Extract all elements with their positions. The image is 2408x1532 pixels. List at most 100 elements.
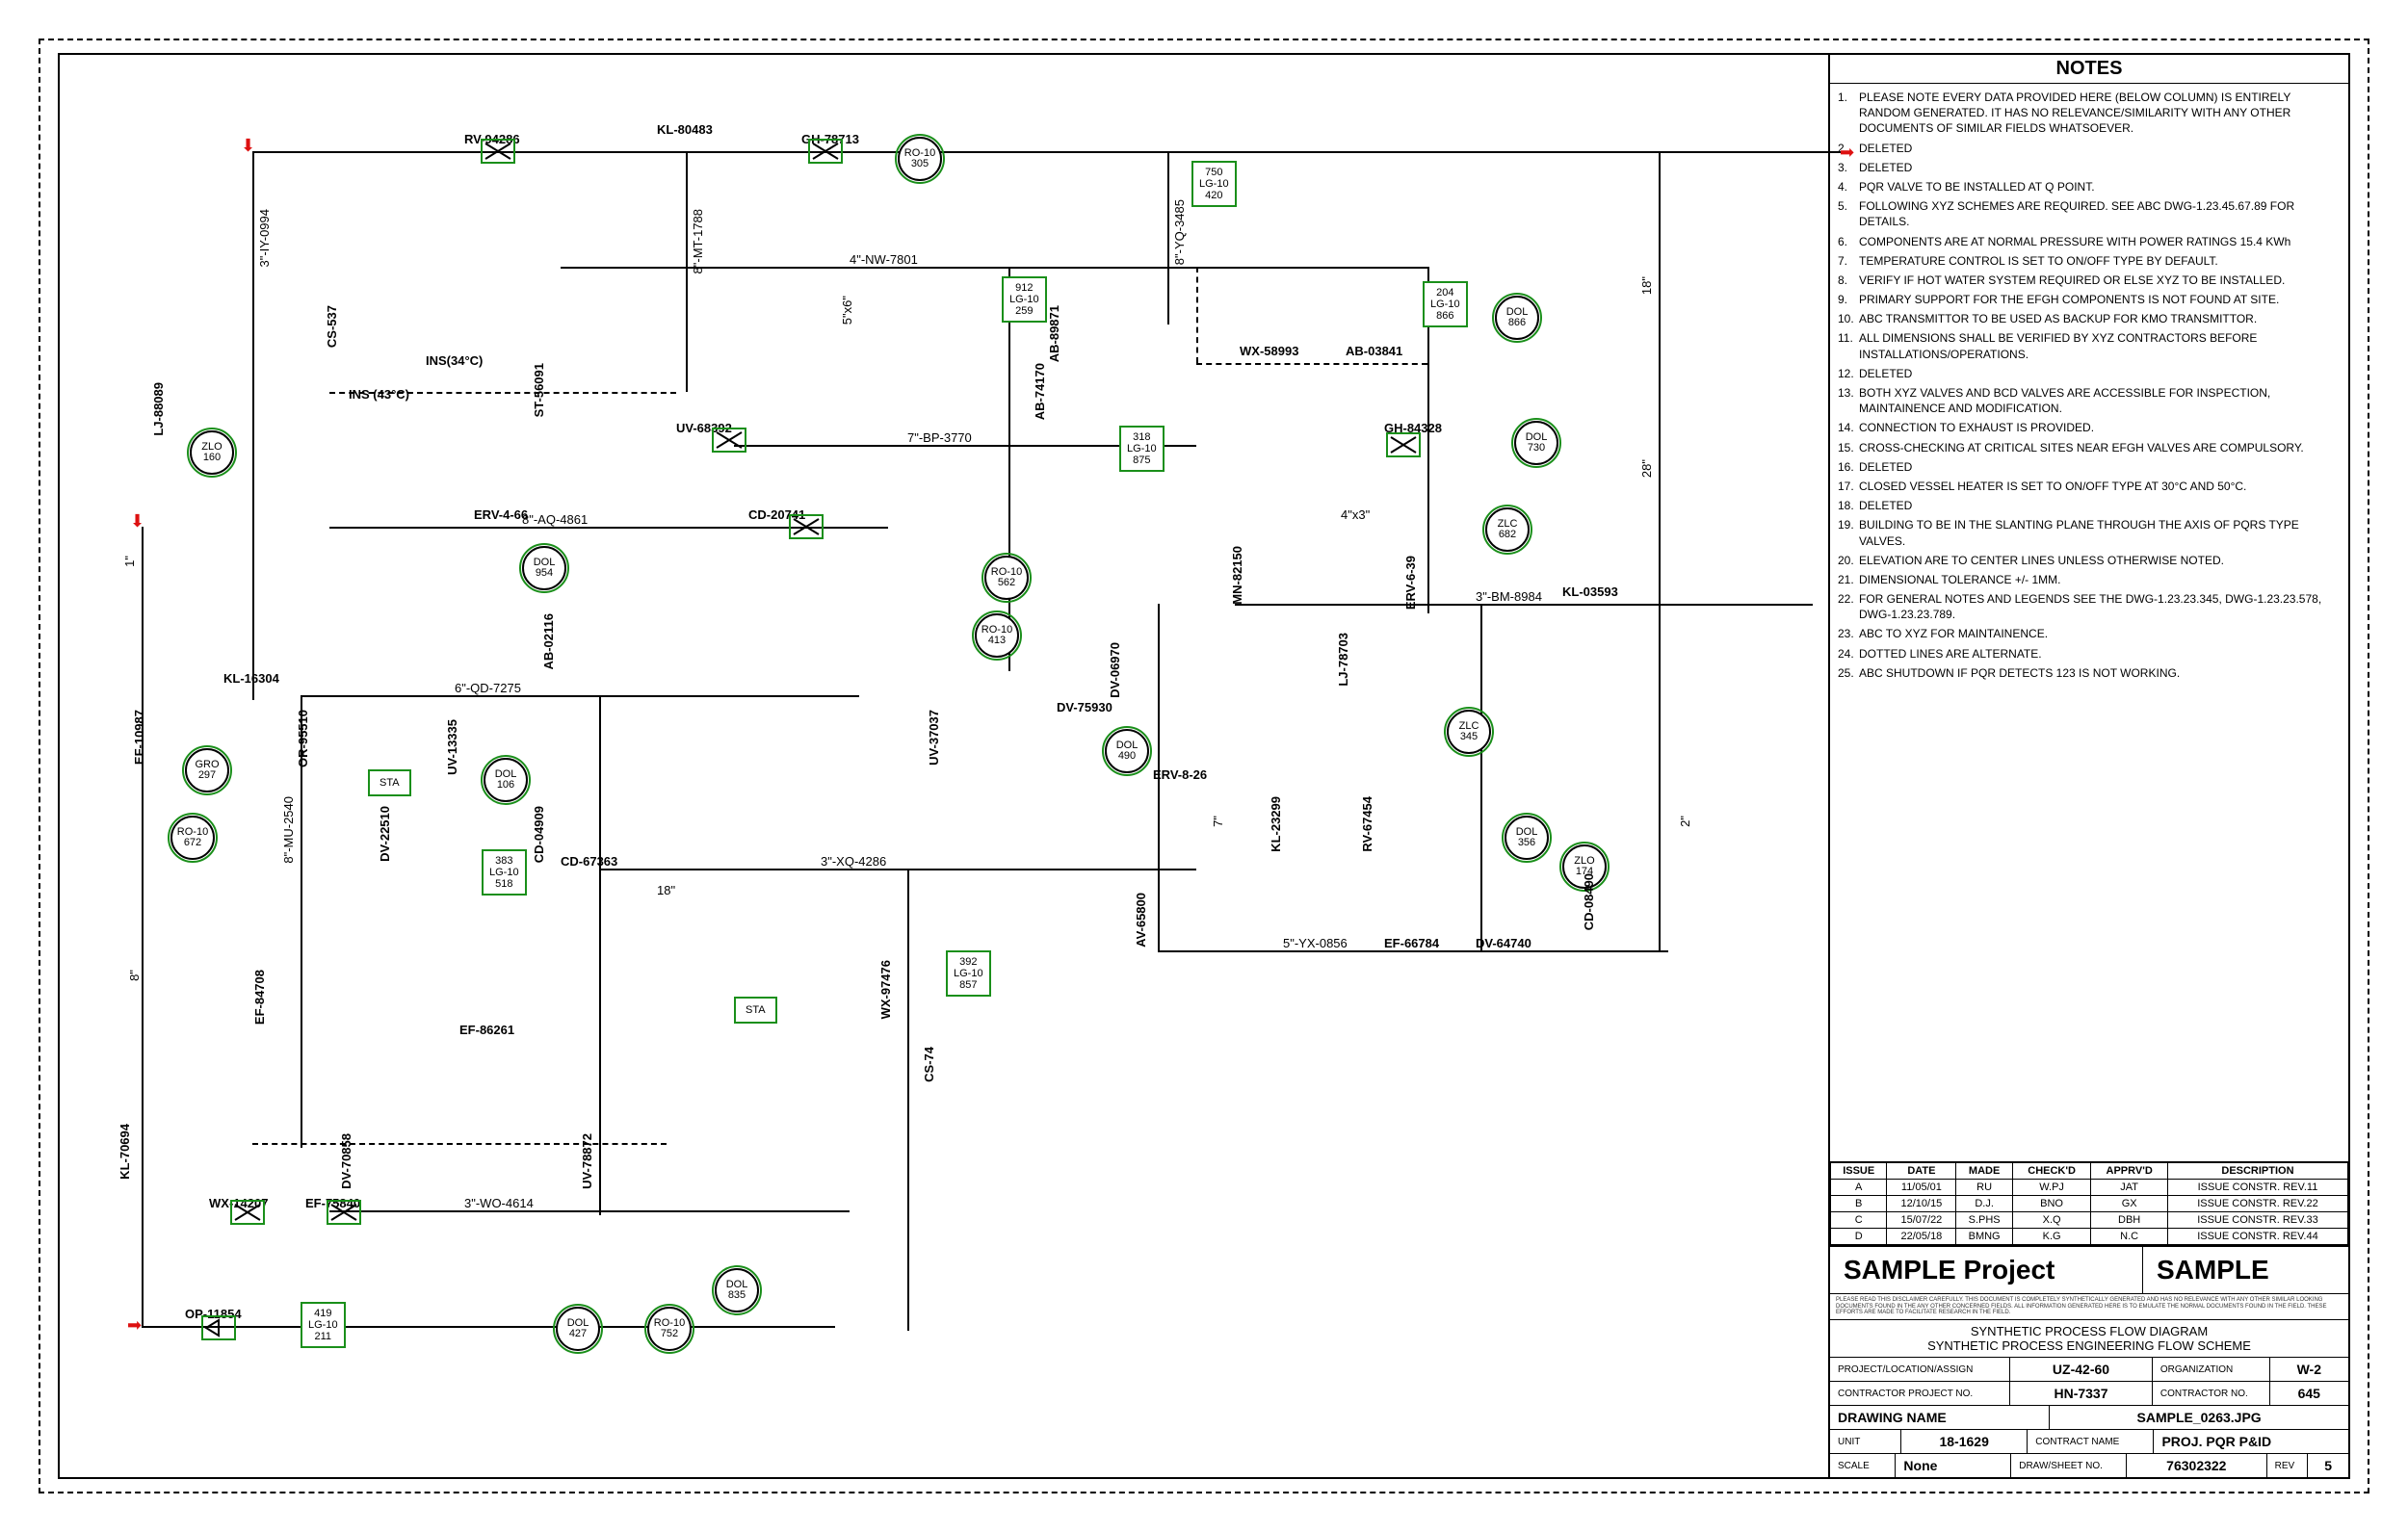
- note-item: 15.CROSS-CHECKING AT CRITICAL SITES NEAR…: [1838, 440, 2341, 455]
- pipe-bottom: [142, 1326, 835, 1328]
- eq-AB02116: AB-02116: [541, 613, 556, 670]
- inst-DOL730: DOL730: [1514, 421, 1558, 465]
- pipe-xq4286: [599, 869, 1196, 870]
- label-qd7275: 6"-QD-7275: [455, 681, 521, 695]
- rev-no: 5: [2308, 1454, 2348, 1477]
- revision-row: C15/07/22S.PHSX.QDBHISSUE CONSTR. REV.33: [1831, 1212, 2348, 1229]
- eq-MN82150: MN-82150: [1230, 546, 1244, 605]
- valve-gh78713: [811, 142, 840, 161]
- inst-RO752: RO-10752: [647, 1307, 692, 1351]
- revision-row: D22/05/18BMNGK.GN.CISSUE CONSTR. REV.44: [1831, 1229, 2348, 1245]
- eq-CS537: CS-537: [325, 305, 339, 348]
- note-item: 16.DELETED: [1838, 459, 2341, 475]
- eq-EF86261: EF-86261: [459, 1023, 514, 1037]
- valve-ef75840: [329, 1203, 358, 1222]
- pipe-dashed-2v: [1196, 267, 1198, 363]
- org: W-2: [2270, 1358, 2348, 1381]
- note-item: 5.FOLLOWING XYZ SCHEMES ARE REQUIRED. SE…: [1838, 198, 2341, 229]
- sta-1: STA: [368, 769, 411, 796]
- eq-CD67363: CD-67363: [561, 854, 617, 869]
- valve-rv94286: [484, 142, 512, 161]
- eq-KL03593: KL-03593: [1562, 584, 1618, 599]
- eq-WX97476: WX-97476: [878, 960, 893, 1019]
- label-bm8984: 3"-BM-8984: [1476, 589, 1542, 604]
- size-18: 18": [1639, 276, 1654, 295]
- eq-CD08490: CD-08490: [1582, 873, 1596, 930]
- eq-UV37037: UV-37037: [927, 710, 941, 766]
- inst-DOL954: DOL954: [522, 546, 566, 590]
- label-iy0994: 3"-IY-0994: [257, 209, 272, 268]
- label-yx0856: 5"-YX-0856: [1283, 936, 1348, 950]
- label-bp3770: 7"-BP-3770: [907, 430, 972, 445]
- pipe-v-mid3: [599, 695, 601, 1215]
- revision-row: A11/05/01RUW.PJJATISSUE CONSTR. REV.11: [1831, 1180, 2348, 1196]
- note-item: 2.DELETED: [1838, 141, 2341, 156]
- arrow-in-3: ➡: [127, 1316, 142, 1334]
- notes-titleblock-panel: NOTES 1.PLEASE NOTE EVERY DATA PROVIDED …: [1828, 55, 2348, 1477]
- inst-DOL356: DOL356: [1505, 816, 1549, 860]
- size-18b: 18": [657, 883, 675, 897]
- proj-loc: UZ-42-60: [2010, 1358, 2153, 1381]
- eq-KL23299: KL-23299: [1269, 796, 1283, 852]
- eq-CS74: CS-74: [922, 1047, 936, 1082]
- note-item: 18.DELETED: [1838, 498, 2341, 513]
- pipe-yq3485: [1167, 151, 1169, 325]
- notes-list: 1.PLEASE NOTE EVERY DATA PROVIDED HERE (…: [1830, 84, 2348, 1161]
- sheet-no: 76302322: [2127, 1454, 2267, 1477]
- note-item: 23.ABC TO XYZ FOR MAINTAINENCE.: [1838, 626, 2341, 641]
- pipe-v-right: [1659, 151, 1661, 950]
- eq-DV22510: DV-22510: [378, 806, 392, 862]
- eq-EF84708: EF-84708: [252, 970, 267, 1025]
- drawing-name: SAMPLE_0263.JPG: [2050, 1406, 2348, 1429]
- inst-ZLC682: ZLC682: [1485, 507, 1530, 552]
- inst-RO672: RO-10672: [170, 816, 215, 860]
- eq-AB74170: AB-74170: [1033, 363, 1047, 420]
- contractor-proj: HN-7337: [2010, 1382, 2153, 1405]
- sample-stamp: SAMPLE: [2143, 1247, 2348, 1293]
- valve-cd20741: [792, 517, 821, 536]
- note-item: 21.DIMENSIONAL TOLERANCE +/- 1MM.: [1838, 572, 2341, 587]
- inst-DOL835: DOL835: [715, 1268, 759, 1312]
- eq-RV67454: RV-67454: [1360, 796, 1374, 852]
- lg-750: 750LG-10420: [1191, 161, 1237, 207]
- lg-318: 318LG-10875: [1119, 426, 1165, 472]
- sta-2: STA: [734, 997, 777, 1024]
- note-item: 22.FOR GENERAL NOTES AND LEGENDS SEE THE…: [1838, 591, 2341, 622]
- lg-912: 912LG-10259: [1002, 276, 1047, 323]
- note-item: 1.PLEASE NOTE EVERY DATA PROVIDED HERE (…: [1838, 90, 2341, 137]
- pipe-bm8984: [1235, 604, 1813, 606]
- note-item: 4.PQR VALVE TO BE INSTALLED AT Q POINT.: [1838, 179, 2341, 195]
- note-item: 17.CLOSED VESSEL HEATER IS SET TO ON/OFF…: [1838, 479, 2341, 494]
- inst-DOL490: DOL490: [1105, 729, 1149, 773]
- pipe-wo4614: [329, 1210, 850, 1212]
- eq-ERV826: ERV-8-26: [1153, 767, 1207, 782]
- label-mu2540: 8"-MU-2540: [281, 796, 296, 864]
- pipe-v-mid1: [1008, 267, 1010, 671]
- eq-INS34: INS(34°C): [426, 353, 483, 368]
- size-1: 1": [122, 556, 137, 567]
- arrow-in-1: ⬇: [241, 137, 255, 154]
- drawing-subtitle: SYNTHETIC PROCESS FLOW DIAGRAM SYNTHETIC…: [1830, 1320, 2348, 1357]
- size-5x6: 5"x6": [840, 296, 854, 325]
- notes-header: NOTES: [1830, 55, 2348, 84]
- lg-383: 383LG-10518: [482, 849, 527, 896]
- valve-gh84328: [1389, 435, 1418, 454]
- note-item: 20.ELEVATION ARE TO CENTER LINES UNLESS …: [1838, 553, 2341, 568]
- eq-CD04909: CD-04909: [532, 806, 546, 863]
- label-nw7801: 4"-NW-7801: [850, 252, 918, 267]
- eq-EF10987: EF-10987: [132, 710, 146, 765]
- disclaimer: PLEASE READ THIS DISCLAIMER CAREFULLY. T…: [1830, 1294, 2348, 1319]
- inst-DOL106: DOL106: [484, 758, 528, 802]
- note-item: 7.TEMPERATURE CONTROL IS SET TO ON/OFF T…: [1838, 253, 2341, 269]
- note-item: 8.VERIFY IF HOT WATER SYSTEM REQUIRED OR…: [1838, 273, 2341, 288]
- inst-ZLO160: ZLO160: [190, 430, 234, 475]
- eq-AV65800: AV-65800: [1134, 893, 1148, 948]
- size-28: 28": [1639, 459, 1654, 478]
- note-item: 10.ABC TRANSMITTOR TO BE USED AS BACKUP …: [1838, 311, 2341, 326]
- inst-ZLC345: ZLC345: [1447, 710, 1491, 754]
- pipe-yx0856: [1158, 950, 1668, 952]
- inst-DOL427: DOL427: [556, 1307, 600, 1351]
- size-7: 7": [1211, 816, 1225, 827]
- note-item: 14.CONNECTION TO EXHAUST IS PROVIDED.: [1838, 420, 2341, 435]
- label-wo4614: 3"-WO-4614: [464, 1196, 534, 1210]
